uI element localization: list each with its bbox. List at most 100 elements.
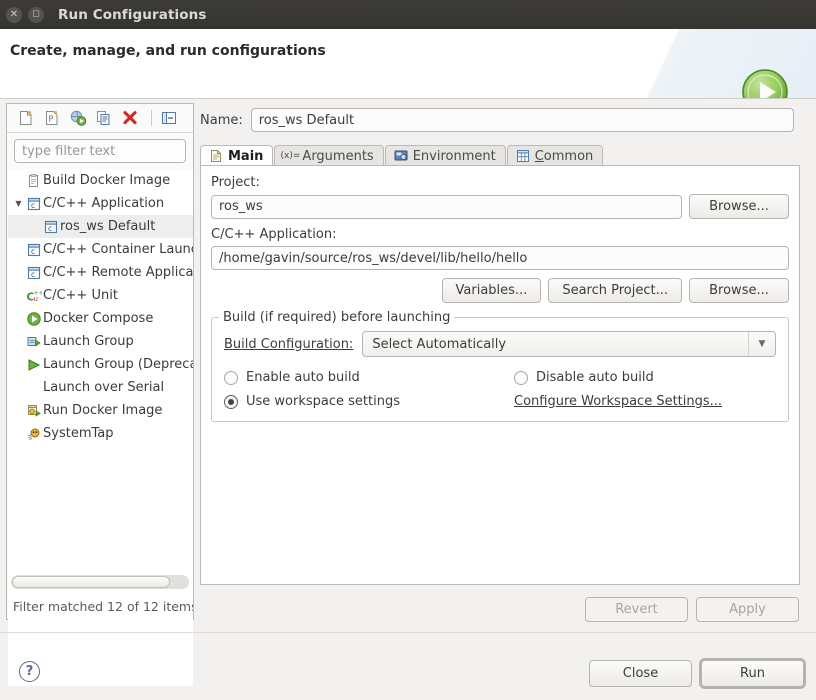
c-app-icon: c xyxy=(25,196,43,212)
new-launch-group-icon[interactable] xyxy=(67,107,89,129)
build-group: Build (if required) before launching Bui… xyxy=(211,310,789,422)
close-icon[interactable]: ✕ xyxy=(6,6,22,23)
build-group-title: Build (if required) before launching xyxy=(219,310,455,325)
tree-item-label: Build Docker Image xyxy=(43,173,171,188)
filter-input[interactable] xyxy=(14,139,186,163)
tab-label: Arguments xyxy=(302,148,374,164)
systemtap-icon xyxy=(25,426,43,442)
arguments-icon: (x)= xyxy=(280,151,301,161)
revert-apply-row: Revert Apply xyxy=(585,597,799,622)
tree-item[interactable]: ▼ c C/C++ Application xyxy=(8,192,193,215)
name-input[interactable] xyxy=(250,108,794,132)
delete-x-icon[interactable] xyxy=(119,107,141,129)
application-label: C/C++ Application: xyxy=(211,227,337,242)
common-table-icon xyxy=(515,148,531,164)
collapse-all-icon[interactable] xyxy=(158,107,180,129)
revert-button[interactable]: Revert xyxy=(585,597,688,622)
svg-text:c: c xyxy=(48,224,52,233)
tree-item-label: Launch Group xyxy=(43,334,134,349)
run-configurations-dialog: ✕ ◻ Run Configurations Create, manage, a… xyxy=(0,0,816,700)
configure-workspace-settings-link[interactable]: Configure Workspace Settings... xyxy=(514,394,722,409)
tree-item[interactable]: Build Docker Image xyxy=(8,169,193,192)
tree-item[interactable]: Run Docker Image xyxy=(8,399,193,422)
tree-item[interactable]: SystemTap xyxy=(8,422,193,445)
project-input[interactable] xyxy=(211,194,682,219)
footer-buttons: Close Run xyxy=(589,660,804,687)
run-button[interactable]: Run xyxy=(701,660,804,687)
radio-enable-auto-build[interactable]: Enable auto build xyxy=(224,370,514,385)
window-titlebar: ✕ ◻ Run Configurations xyxy=(0,0,816,29)
svg-text:c: c xyxy=(31,247,35,256)
tree-item[interactable]: Launch Group (Depreca xyxy=(8,353,193,376)
tree-item-label: SystemTap xyxy=(43,426,114,441)
build-options-grid: Enable auto build Disable auto build Use… xyxy=(224,370,776,409)
new-prototype-icon[interactable]: P xyxy=(41,107,63,129)
tree-item-label: Run Docker Image xyxy=(43,403,163,418)
configure-workspace-row: Configure Workspace Settings... xyxy=(514,394,776,409)
run-docker-icon xyxy=(25,403,43,419)
tree-item-label: C/C++ Application xyxy=(43,196,165,211)
tree-item[interactable]: c C/C++ Remote Applicat xyxy=(8,261,193,284)
svg-text:u: u xyxy=(34,295,38,303)
page-title: Create, manage, and run configurations xyxy=(10,43,326,59)
tab-environment[interactable]: Environment xyxy=(384,145,506,166)
tab-main[interactable]: Main xyxy=(200,145,274,166)
tree-item-label: C/C++ Container Launc xyxy=(43,242,193,257)
chevron-down-icon[interactable]: ▼ xyxy=(12,199,25,208)
svg-text:c: c xyxy=(31,270,35,279)
c-app-icon: c xyxy=(25,242,43,258)
tree-item[interactable]: c ros_ws Default xyxy=(8,215,193,238)
application-input[interactable] xyxy=(211,246,789,270)
tab-label: Environment xyxy=(412,148,496,164)
main-tab-panel: Project: Browse... C/C++ Application: Va… xyxy=(200,165,800,585)
radio-use-workspace-settings[interactable]: Use workspace settings xyxy=(224,394,514,409)
tree-horizontal-scrollbar[interactable] xyxy=(11,575,189,589)
apply-button[interactable]: Apply xyxy=(696,597,799,622)
build-configuration-row: Build Configuration: Select Automaticall… xyxy=(224,331,776,357)
tab-arguments[interactable]: (x)= Arguments xyxy=(274,145,384,166)
radio-label: Use workspace settings xyxy=(246,394,400,409)
radio-indicator xyxy=(224,370,238,385)
scrollbar-thumb[interactable] xyxy=(12,576,170,588)
run-play-icon xyxy=(742,69,788,98)
tree-item[interactable]: c C/C++ Container Launc xyxy=(8,238,193,261)
c-app-icon: c xyxy=(25,265,43,281)
environment-icon xyxy=(393,148,409,164)
toolbar-separator xyxy=(151,110,152,126)
launch-group-icon xyxy=(25,334,43,350)
tree-item[interactable]: Launch Group xyxy=(8,330,193,353)
variables-button[interactable]: Variables... xyxy=(441,278,542,303)
build-configuration-value: Select Automatically xyxy=(372,336,507,352)
chevron-down-icon[interactable]: ▼ xyxy=(748,332,775,356)
configuration-editor: Name: Main (x)=Arguments Environment Common… xyxy=(200,108,808,622)
svg-text:c: c xyxy=(31,201,35,210)
build-configuration-combo[interactable]: Select Automatically ▼ xyxy=(362,331,776,357)
tree-item-label: C/C++ Remote Applicat xyxy=(43,265,193,280)
window-title: Run Configurations xyxy=(58,6,207,23)
radio-label: Disable auto build xyxy=(536,370,654,385)
svg-text:P: P xyxy=(49,115,54,124)
docker-build-icon xyxy=(25,173,43,189)
maximize-icon[interactable]: ◻ xyxy=(28,6,44,23)
close-button[interactable]: Close xyxy=(589,660,692,687)
filter-status-text: Filter matched 12 of 12 items xyxy=(13,599,193,614)
application-browse-button[interactable]: Browse... xyxy=(689,278,789,303)
tree-item[interactable]: Docker Compose xyxy=(8,307,193,330)
application-buttons-row: Variables... Search Project... Browse... xyxy=(211,278,789,303)
project-browse-button[interactable]: Browse... xyxy=(689,194,789,219)
help-icon[interactable]: ? xyxy=(19,661,40,682)
c-app-icon: c xyxy=(42,219,60,235)
radio-indicator xyxy=(514,370,528,385)
search-project-button[interactable]: Search Project... xyxy=(548,278,682,303)
launch-group-deprecated-icon xyxy=(25,357,43,373)
document-icon xyxy=(208,148,224,164)
new-document-icon[interactable] xyxy=(15,107,37,129)
tab-common[interactable]: Common xyxy=(506,145,604,166)
build-configuration-label: Build Configuration: xyxy=(224,336,354,352)
duplicate-icon[interactable] xyxy=(93,107,115,129)
tree-item[interactable]: Launch over Serial xyxy=(8,376,193,399)
radio-disable-auto-build[interactable]: Disable auto build xyxy=(514,370,776,385)
application-row xyxy=(211,246,789,270)
tree-item[interactable]: C ++ u C/C++ Unit xyxy=(8,284,193,307)
tab-label: Main xyxy=(228,148,264,164)
